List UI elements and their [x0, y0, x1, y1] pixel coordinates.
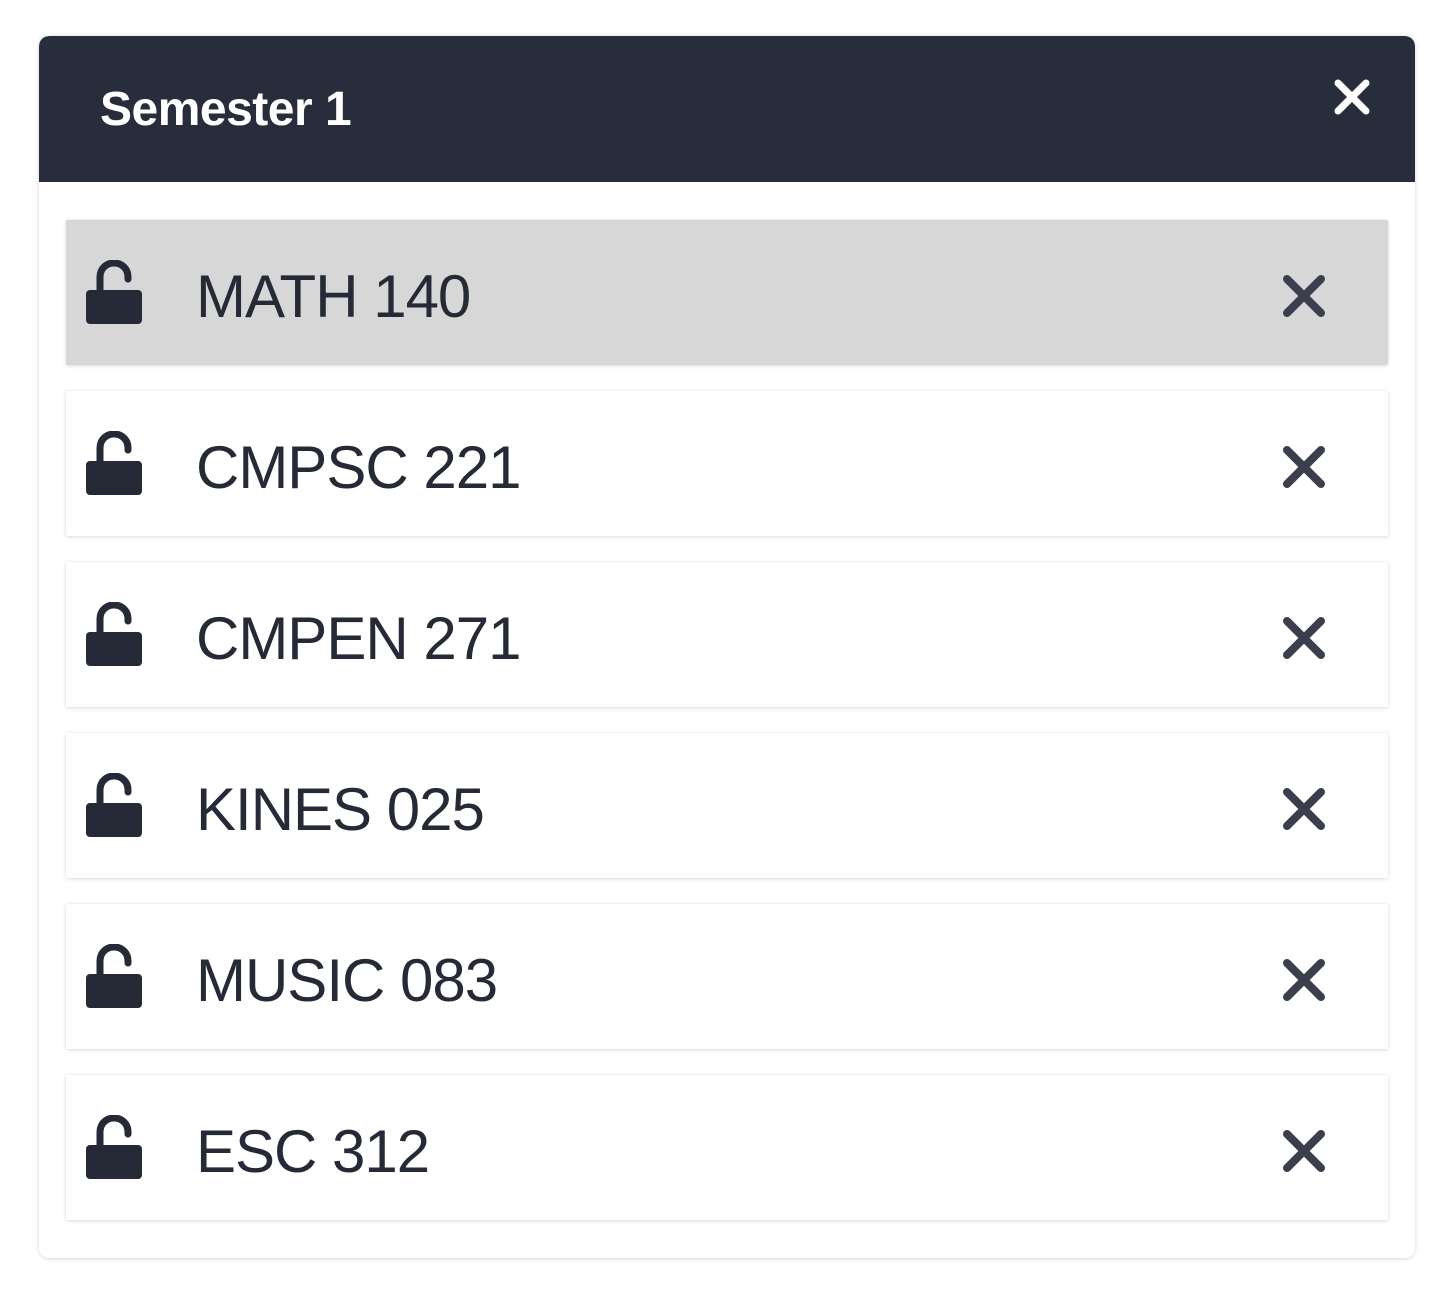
close-icon[interactable] [1280, 956, 1328, 1004]
unlocked-padlock-icon[interactable] [86, 260, 142, 324]
unlocked-padlock-icon[interactable] [86, 602, 142, 666]
semester-card: Semester 1 MATH 140 CMPSC 221 CMPEN 271 … [39, 36, 1415, 1258]
course-name: CMPSC 221 [196, 434, 521, 501]
close-icon[interactable] [1280, 614, 1328, 662]
course-item[interactable]: CMPEN 271 [66, 562, 1388, 707]
unlocked-padlock-icon[interactable] [86, 944, 142, 1008]
course-item[interactable]: KINES 025 [66, 733, 1388, 878]
close-icon[interactable] [1280, 272, 1328, 320]
close-icon[interactable] [1280, 1127, 1328, 1175]
course-name: KINES 025 [196, 776, 485, 843]
course-name: CMPEN 271 [196, 605, 521, 672]
course-item[interactable]: ESC 312 [66, 1075, 1388, 1220]
course-name: MATH 140 [196, 263, 471, 330]
course-name: MUSIC 083 [196, 947, 498, 1014]
semester-title: Semester 1 [100, 83, 352, 136]
close-icon[interactable] [1280, 785, 1328, 833]
unlocked-padlock-icon[interactable] [86, 773, 142, 837]
unlocked-padlock-icon[interactable] [86, 1115, 142, 1179]
course-list: MATH 140 CMPSC 221 CMPEN 271 KINES 025 M… [66, 220, 1388, 1246]
close-icon[interactable] [1329, 74, 1375, 120]
unlocked-padlock-icon[interactable] [86, 431, 142, 495]
semester-header: Semester 1 [39, 36, 1415, 182]
course-name: ESC 312 [196, 1118, 430, 1185]
course-item[interactable]: MUSIC 083 [66, 904, 1388, 1049]
course-item[interactable]: MATH 140 [66, 220, 1388, 365]
course-item[interactable]: CMPSC 221 [66, 391, 1388, 536]
close-icon[interactable] [1280, 443, 1328, 491]
